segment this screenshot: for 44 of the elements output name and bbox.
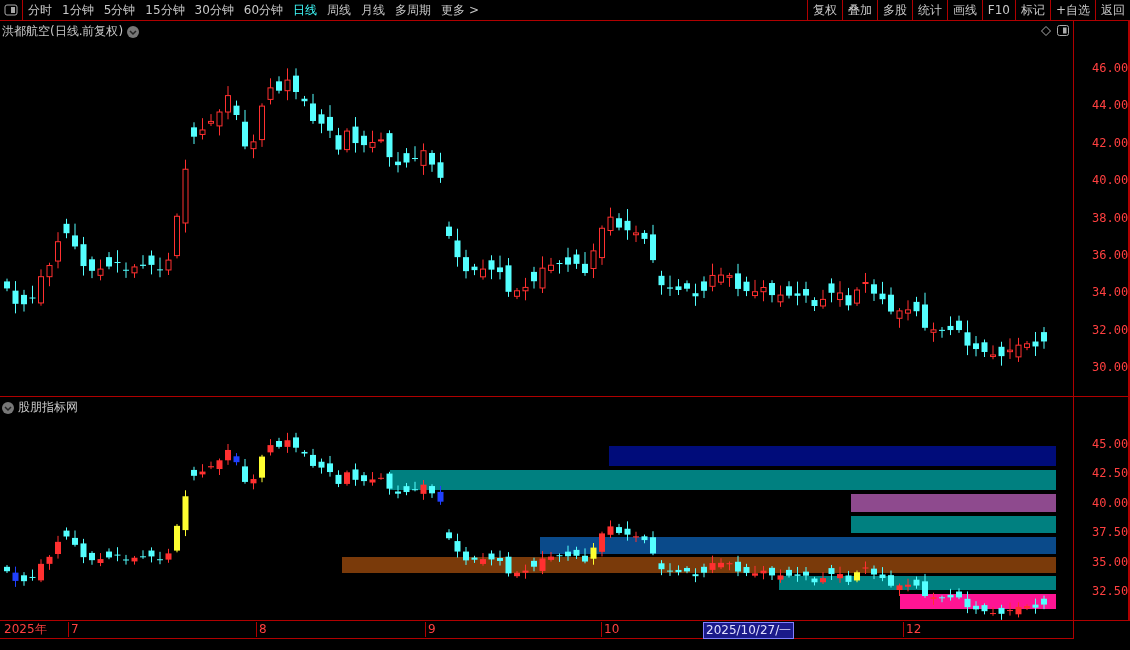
toolbar-button[interactable]: 返回 (1095, 0, 1130, 20)
axis-label: 42.50 (1092, 466, 1129, 481)
toolbar-button[interactable]: 叠加 (841, 0, 877, 20)
axis-label: 30.00 (1092, 360, 1129, 375)
date-label: 7 (68, 622, 79, 637)
axis-label: 36.00 (1092, 248, 1129, 262)
toolbar-button[interactable]: 多股 (876, 0, 912, 20)
date-label: 12 (903, 622, 922, 637)
chart-title: 股朋指标网 (18, 399, 78, 416)
axis-label: 34.00 (1092, 285, 1129, 300)
period-tab[interactable]: 30分钟 (189, 0, 239, 20)
cursor-date-label: 2025/10/27/一 (703, 622, 795, 639)
toolbar-button[interactable]: 复权 (806, 0, 842, 20)
axis-label: 32.00 (1092, 322, 1129, 337)
toolbar-button[interactable]: F10 (981, 0, 1015, 20)
date-label: 9 (425, 622, 436, 637)
date-label: 8 (256, 622, 267, 637)
period-tab[interactable]: 多周期 (390, 0, 437, 20)
toolbar-button[interactable]: 标记 (1014, 0, 1050, 20)
axis-label: 42.00 (1092, 135, 1129, 150)
period-tab[interactable]: 月线 (356, 0, 391, 20)
axis-label: 38.00 (1092, 210, 1129, 225)
axis-label: 46.00 (1092, 61, 1129, 75)
axis-label: 32.50 (1092, 584, 1129, 598)
axis-label: 44.00 (1092, 98, 1129, 113)
axis-label: 35.00 (1092, 554, 1129, 569)
axis-label: 40.00 (1092, 173, 1129, 188)
date-label: 10 (601, 622, 620, 637)
period-tab[interactable]: 更多 > (436, 0, 484, 20)
period-tab[interactable]: 5分钟 (98, 0, 141, 20)
axis-label: 37.50 (1092, 525, 1129, 540)
toolbar-button[interactable]: 画线 (946, 0, 982, 20)
toolbar-button[interactable]: 统计 (911, 0, 947, 20)
chart-title: 洪都航空(日线.前复权) (2, 23, 124, 40)
toolbar-button[interactable]: +自选 (1049, 0, 1095, 20)
period-tab[interactable]: 60分钟 (238, 0, 289, 20)
period-tab[interactable]: 分时 (23, 0, 57, 20)
period-tab[interactable]: 15分钟 (140, 0, 190, 20)
axis-label: 40.00 (1092, 495, 1129, 510)
date-label: 2025年 (3, 622, 47, 637)
period-tab[interactable]: 周线 (322, 0, 357, 20)
period-tab[interactable]: 日线 (288, 0, 323, 20)
axis-label: 45.00 (1092, 437, 1129, 451)
period-tab[interactable]: 1分钟 (57, 0, 99, 20)
